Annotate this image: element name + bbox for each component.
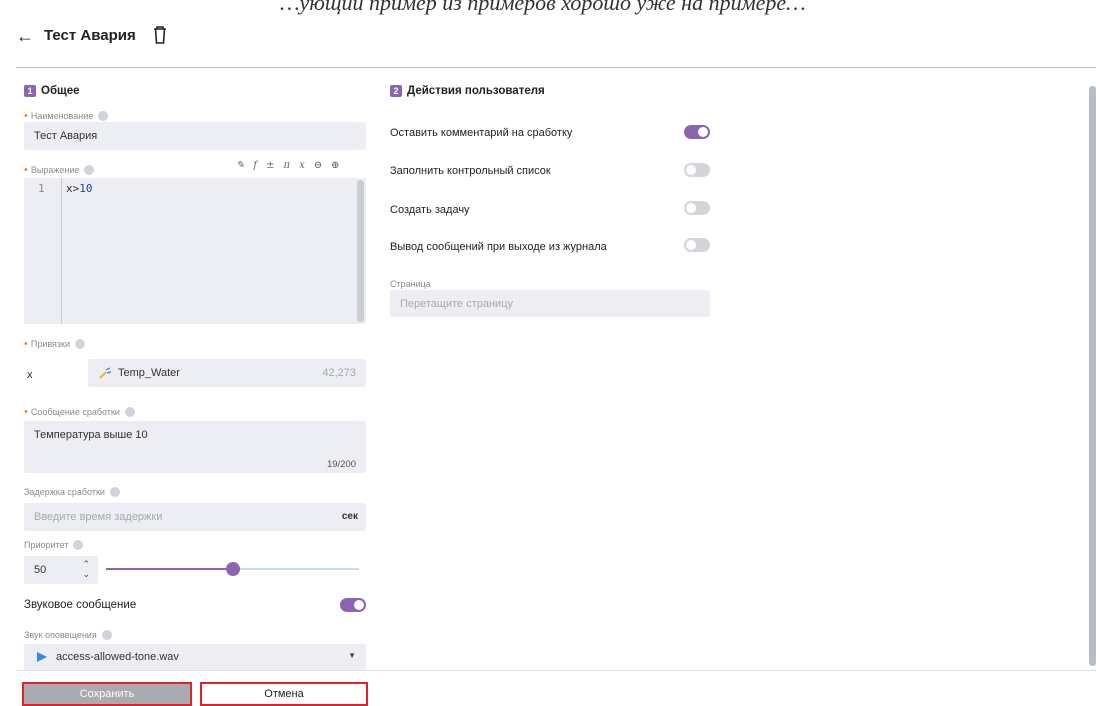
section-general-header: 1 Общее	[24, 85, 80, 97]
char-counter: 19/200	[326, 459, 356, 470]
help-icon[interactable]	[109, 487, 120, 497]
section-user-actions-header: 2 Действия пользователя	[390, 85, 545, 97]
section-title: Действия пользователя	[407, 85, 545, 97]
sound-message-label: Звуковое сообщение	[24, 599, 137, 611]
play-icon[interactable]	[36, 651, 48, 663]
slider-fill	[106, 568, 233, 570]
variable-icon[interactable]: x	[299, 160, 305, 171]
action-checklist-label: Заполнить контрольный список	[390, 165, 551, 177]
expression-editor[interactable]: 1 x>10	[24, 178, 366, 324]
trash-icon[interactable]	[152, 25, 168, 45]
action-task-label: Создать задачу	[390, 204, 470, 216]
cancel-button[interactable]: Отмена	[200, 682, 368, 706]
help-icon[interactable]	[84, 165, 95, 175]
line-gutter: 1	[24, 178, 62, 324]
editor-scrollbar[interactable]	[357, 180, 364, 322]
page-scrollbar[interactable]	[1089, 86, 1096, 666]
help-icon[interactable]	[73, 540, 84, 550]
priority-slider[interactable]	[106, 562, 359, 576]
action-checklist-toggle[interactable]	[684, 163, 710, 177]
action-comment-toggle[interactable]	[684, 125, 710, 139]
help-icon[interactable]	[124, 407, 135, 417]
priority-stepper[interactable]: 50 ⌃ ⌄	[24, 556, 98, 584]
message-textarea[interactable]: Температура выше 10 19/200	[24, 421, 366, 473]
name-field[interactable]: Тест Авария	[24, 122, 366, 150]
tag-icon	[99, 367, 112, 379]
sound-message-toggle[interactable]	[340, 598, 366, 612]
stepper-arrows-icon[interactable]: ⌃ ⌄	[82, 559, 90, 579]
binding-value: 42,273	[322, 367, 356, 379]
save-button[interactable]: Сохранить	[22, 682, 192, 706]
line-number: 1	[38, 182, 45, 195]
magic-wand-icon[interactable]: ✎	[236, 160, 244, 171]
action-journal-exit-label: Вывод сообщений при выходе из журнала	[390, 241, 607, 253]
delay-label: Задержка сработки	[24, 487, 120, 497]
function-icon[interactable]: f	[253, 160, 257, 171]
message-label: • Сообщение сработки	[24, 406, 135, 418]
chevron-down-icon[interactable]: ▼	[348, 651, 356, 660]
sound-label: Звук оповещения	[24, 630, 112, 640]
app-root: …ующий пример из примеров хорошо уже на …	[0, 0, 1096, 706]
footer-divider	[16, 670, 1096, 671]
section-number: 1	[24, 85, 36, 97]
slider-thumb[interactable]	[225, 562, 240, 576]
section-title: Общее	[41, 85, 80, 97]
name-label: • Наименование	[24, 110, 109, 122]
back-arrow-icon[interactable]: ←	[16, 26, 34, 47]
page-header	[16, 10, 1096, 68]
help-icon[interactable]	[98, 111, 109, 121]
zoom-out-icon[interactable]: ⊖	[314, 160, 322, 171]
page-label: Страница	[390, 279, 431, 289]
page-drop-field[interactable]: Перетащите страницу	[390, 290, 710, 317]
zoom-in-icon[interactable]: ⊕	[331, 160, 339, 171]
priority-label: Приоритет	[24, 540, 84, 550]
expression-toolbar: ✎ f ± π x ⊖ ⊕	[236, 160, 339, 171]
bindings-label: • Привязки	[24, 338, 86, 350]
code-line: x>10	[66, 182, 93, 195]
binding-field[interactable]: Temp_Water 42,273	[88, 359, 366, 387]
help-icon[interactable]	[75, 339, 86, 349]
delay-input[interactable]: Введите время задержки сек	[24, 503, 366, 531]
page-title: Тест Авария	[44, 27, 136, 44]
help-icon[interactable]	[101, 630, 112, 640]
plus-minus-icon[interactable]: ±	[266, 160, 274, 171]
delay-unit: сек	[341, 511, 358, 522]
binding-variable: x	[27, 369, 33, 381]
action-comment-label: Оставить комментарий на сработку	[390, 127, 573, 139]
pi-icon[interactable]: π	[283, 160, 290, 171]
action-journal-exit-toggle[interactable]	[684, 238, 710, 252]
action-task-toggle[interactable]	[684, 201, 710, 215]
sound-select[interactable]: access-allowed-tone.wav ▼	[24, 644, 366, 670]
expression-label: • Выражение	[24, 164, 95, 176]
section-number: 2	[390, 85, 402, 97]
